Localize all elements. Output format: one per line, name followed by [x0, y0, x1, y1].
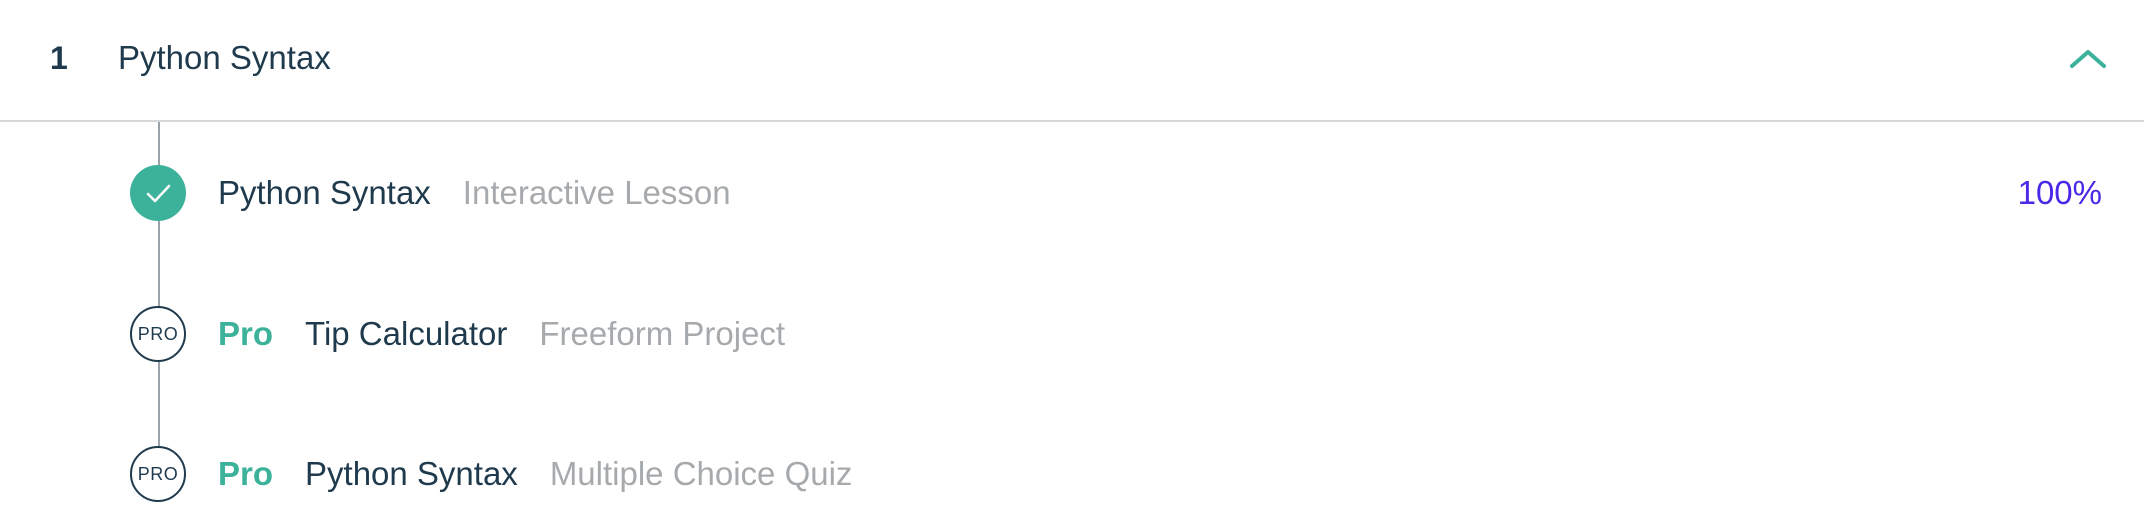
lesson-type: Interactive Lesson — [462, 174, 731, 211]
section-title: Python Syntax — [118, 39, 331, 76]
chevron-up-icon — [2070, 50, 2106, 68]
collapse-button[interactable] — [2060, 36, 2116, 80]
lesson-title: Python Syntax — [305, 455, 518, 492]
lesson-title: Python Syntax — [218, 174, 431, 211]
lesson-title: Tip Calculator — [305, 315, 508, 352]
lesson-type: Multiple Choice Quiz — [549, 455, 853, 492]
lesson-progress: 100% — [2017, 174, 2102, 211]
lesson-type: Freeform Project — [539, 315, 786, 352]
pro-label: Pro — [218, 455, 274, 492]
lesson-item-python-syntax-lesson[interactable]: Python Syntax Interactive Lesson 100% — [0, 153, 2144, 233]
lesson-item-tip-calculator[interactable]: PRO Pro Tip Calculator Freeform Project — [0, 294, 2144, 374]
lesson-item-python-syntax-quiz[interactable]: PRO Pro Python Syntax Multiple Choice Qu… — [0, 434, 2144, 514]
section-header[interactable]: 1 Python Syntax — [0, 0, 2144, 122]
lesson-text: Pro Python Syntax Multiple Choice Quiz — [218, 454, 852, 494]
pro-badge-icon: PRO — [130, 306, 186, 362]
lesson-text: Python Syntax Interactive Lesson — [218, 173, 731, 213]
pro-label: Pro — [218, 315, 274, 352]
check-icon — [130, 165, 186, 221]
section-number: 1 — [50, 40, 68, 76]
lesson-text: Pro Tip Calculator Freeform Project — [218, 314, 785, 354]
pro-badge-icon: PRO — [130, 446, 186, 502]
